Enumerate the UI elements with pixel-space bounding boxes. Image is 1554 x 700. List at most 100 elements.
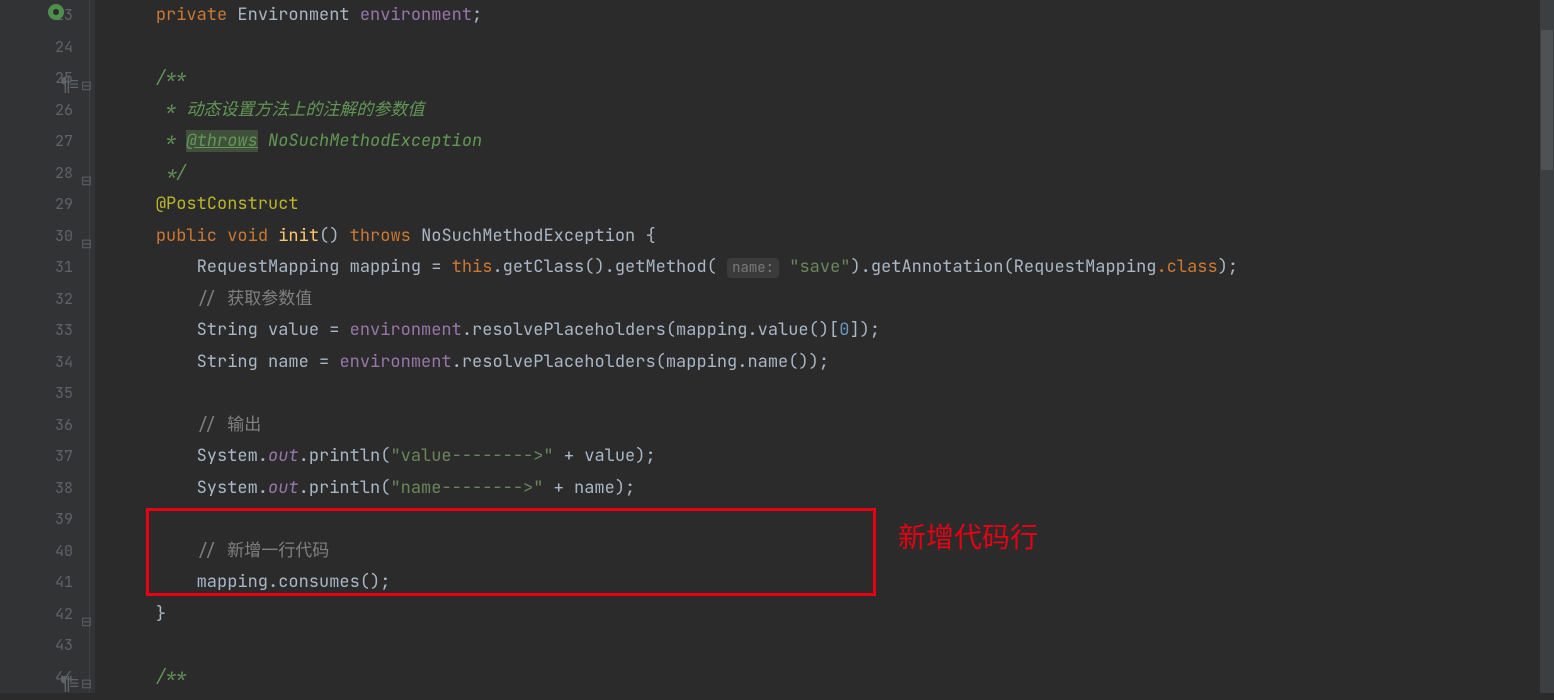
code-line[interactable] (115, 504, 1554, 536)
code-line[interactable]: public void init() throws NoSuchMethodEx… (115, 221, 1554, 253)
line-number: 43 (0, 630, 73, 662)
code-line[interactable]: // 输出 (115, 410, 1554, 442)
code-line[interactable]: mapping.consumes(); (115, 567, 1554, 599)
code-line[interactable]: */ (115, 158, 1554, 190)
code-line[interactable]: @PostConstruct (115, 189, 1554, 221)
fold-open-icon[interactable]: ⊟ (81, 228, 92, 260)
field: environment (350, 319, 462, 341)
javadoc-text: 动态设置方法上的注解的参数值 (186, 99, 424, 121)
op: = (319, 351, 329, 373)
qualifier: System. (197, 445, 268, 467)
line-number: 30 (0, 221, 73, 253)
code-line[interactable] (115, 630, 1554, 662)
type: RequestMapping (1014, 256, 1157, 278)
comment: 输出 (227, 414, 261, 436)
parens: () (319, 225, 339, 247)
line-number: 44 ¶≡ (0, 662, 73, 694)
field: environment (360, 4, 472, 26)
semi: ; (472, 4, 482, 26)
static-field: out (268, 445, 299, 467)
code-editor[interactable]: 23 24 25 ¶≡ 26 27 28 29 30 31 32 33 34 3… (0, 0, 1554, 693)
call: .getClass().getMethod( (492, 256, 716, 278)
keyword: private (156, 4, 227, 26)
code-line[interactable]: * @throws NoSuchMethodException (115, 126, 1554, 158)
comment-slash: // (197, 540, 228, 562)
static-field: out (268, 477, 299, 499)
line-number: 34 (0, 347, 73, 379)
code-line[interactable]: String value = environment.resolvePlaceh… (115, 315, 1554, 347)
qualifier: System. (197, 477, 268, 499)
scrollbar-thumb[interactable] (1541, 30, 1553, 170)
rest: + name); (543, 477, 635, 499)
line-number: 38 (0, 473, 73, 505)
javadoc-tag: @throws (186, 130, 257, 152)
javadoc-star: * (156, 130, 187, 152)
comment-slash: // (197, 288, 228, 310)
fold-column: ⊟ ⊟ ⊟ ⊟ ⊟ (81, 0, 95, 693)
paragraph-icon: ¶≡ (60, 668, 78, 700)
close: ); (1218, 256, 1238, 278)
brace: } (156, 603, 166, 625)
line-number: 36 (0, 410, 73, 442)
code-line[interactable]: * 动态设置方法上的注解的参数值 (115, 95, 1554, 127)
variable: mapping (350, 256, 421, 278)
comment: 获取参数值 (227, 288, 312, 310)
javadoc-close: */ (156, 162, 187, 184)
line-number: 26 (0, 95, 73, 127)
line-number: 27 (0, 126, 73, 158)
code-line[interactable]: // 获取参数值 (115, 284, 1554, 316)
variable: value (268, 319, 319, 341)
type: String (197, 351, 258, 373)
code-line[interactable] (115, 378, 1554, 410)
javadoc-star: * (156, 99, 187, 121)
line-number: 23 (0, 0, 73, 32)
fold-close-icon[interactable]: ⊟ (81, 606, 92, 638)
op: = (431, 256, 441, 278)
call: .resolvePlaceholders(mapping.name()); (452, 351, 829, 373)
code-line[interactable]: private Environment environment; (115, 0, 1554, 32)
call: ).getAnnotation( (850, 256, 1013, 278)
line-number: 37 (0, 441, 73, 473)
type: RequestMapping (197, 256, 340, 278)
field: environment (339, 351, 451, 373)
code-line[interactable]: // 新增一行代码 (115, 536, 1554, 568)
code-line[interactable]: } (115, 599, 1554, 631)
comment-slash: // (197, 414, 228, 436)
statement: mapping.consumes(); (197, 571, 391, 593)
line-number: 24 (0, 32, 73, 64)
line-number: 40 (0, 536, 73, 568)
code-line[interactable]: System.out.println("value-------->" + va… (115, 441, 1554, 473)
code-line[interactable]: /** (115, 63, 1554, 95)
line-number: 33 (0, 315, 73, 347)
method-name: init (278, 225, 319, 247)
line-number: 32 (0, 284, 73, 316)
code-line[interactable] (115, 32, 1554, 64)
javadoc-open: /** (156, 666, 187, 688)
string: "name-------->" (390, 477, 543, 499)
number: 0 (839, 319, 849, 341)
string: "value-------->" (390, 445, 553, 467)
string: "save" (789, 256, 850, 278)
keyword: .class (1156, 256, 1217, 278)
line-number: 28 (0, 158, 73, 190)
line-number: 35 (0, 378, 73, 410)
fold-open-icon[interactable]: ⊟ (81, 668, 92, 700)
keyword: this (452, 256, 493, 278)
bean-gutter-icon[interactable] (48, 4, 64, 20)
annotation: @PostConstruct (156, 193, 299, 215)
javadoc-open: /** (156, 67, 187, 89)
rest: + value); (554, 445, 656, 467)
javadoc-text: NoSuchMethodException (258, 130, 482, 152)
code-line[interactable]: /** (115, 662, 1554, 694)
fold-close-icon[interactable]: ⊟ (81, 165, 92, 197)
code-line[interactable]: System.out.println("name-------->" + nam… (115, 473, 1554, 505)
close: ]); (849, 319, 880, 341)
fold-open-icon[interactable]: ⊟ (81, 70, 92, 102)
variable: name (268, 351, 309, 373)
code-line[interactable]: String name = environment.resolvePlaceho… (115, 347, 1554, 379)
code-content[interactable]: ⊟ ⊟ ⊟ ⊟ ⊟ private Environment environmen… (95, 0, 1554, 693)
code-line[interactable]: RequestMapping mapping = this.getClass()… (115, 252, 1554, 284)
op: = (329, 319, 339, 341)
comment: 新增一行代码 (227, 540, 329, 562)
vertical-scrollbar[interactable] (1540, 0, 1554, 693)
